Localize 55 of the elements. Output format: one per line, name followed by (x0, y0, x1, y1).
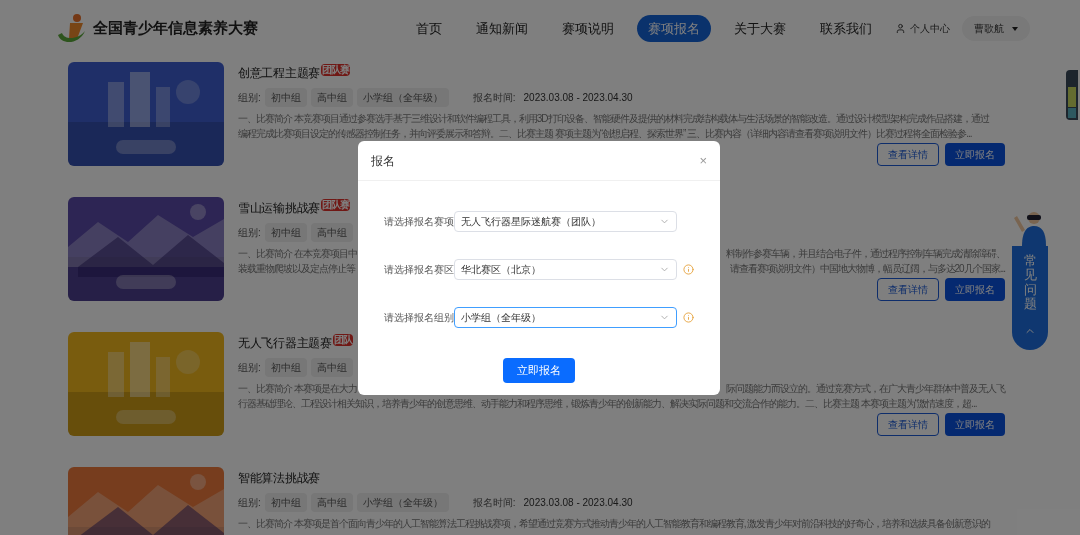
faq-label[interactable]: 常见问题 (1023, 254, 1037, 312)
select-field[interactable]: 小学组（全年级） (454, 307, 677, 328)
side-widget (1066, 70, 1078, 120)
group-tag: 高中组 (310, 493, 353, 512)
warning-icon (683, 312, 694, 323)
date-range: 2023.03.08 - 2023.04.30 (523, 496, 633, 510)
nav-item[interactable]: 联系我们 (809, 14, 883, 43)
date-range: 2023.03.08 - 2023.04.30 (523, 91, 633, 105)
team-badge: 团队赛 (320, 199, 350, 211)
group-label: 组别: (238, 496, 261, 510)
dialog-title: 报名 (371, 152, 395, 170)
team-badge: 团队赛 (320, 64, 350, 76)
nav-item[interactable]: 首页 (405, 14, 453, 43)
group-tag: 初中组 (264, 493, 307, 512)
select-field[interactable]: 无人飞行器星际迷航赛（团队） (454, 211, 677, 232)
user-icon (895, 23, 906, 34)
contest-title: 雪山运输挑战赛 (238, 200, 320, 217)
group-tag: 小学组（全年级） (356, 493, 449, 512)
date-label: 报名时间: (472, 91, 516, 105)
field-label: 请选择报名赛项 (384, 215, 454, 229)
register-button[interactable]: 立即报名 (945, 278, 1005, 301)
details-button[interactable]: 查看详情 (877, 413, 939, 436)
nav-item[interactable]: 赛项说明 (551, 14, 625, 43)
group-tag: 高中组 (310, 358, 353, 377)
contest-title: 创意工程主题赛 (238, 65, 320, 82)
group-tag: 高中组 (310, 88, 353, 107)
submit-button[interactable]: 立即报名 (503, 358, 575, 383)
nav-item[interactable]: 关于大赛 (723, 14, 797, 43)
select-field[interactable]: 华北赛区（北京） (454, 259, 677, 280)
nav-item[interactable]: 赛项报名 (637, 14, 711, 43)
group-tag: 初中组 (264, 88, 307, 107)
date-label: 报名时间: (472, 496, 516, 510)
field-label: 请选择报名赛区 (384, 263, 454, 277)
details-button[interactable]: 查看详情 (877, 278, 939, 301)
warning-icon (683, 264, 694, 275)
contest-title: 智能算法挑战赛 (238, 470, 320, 487)
site-title: 全国青少年信息素养大赛 (93, 18, 258, 39)
group-label: 组别: (238, 91, 261, 105)
nav-item[interactable]: 通知新闻 (465, 14, 539, 43)
group-tag: 初中组 (264, 223, 307, 242)
register-button[interactable]: 立即报名 (945, 413, 1005, 436)
contest-title: 无人飞行器主题赛 (238, 335, 332, 352)
group-label: 组别: (238, 226, 261, 240)
user-center-link[interactable]: 个人中心 (910, 21, 950, 36)
group-tag: 初中组 (264, 358, 307, 377)
group-tag: 小学组（全年级） (356, 88, 449, 107)
register-button[interactable]: 立即报名 (945, 143, 1005, 166)
close-button[interactable]: × (699, 150, 707, 171)
user-menu[interactable]: 曹歌航 (962, 16, 1030, 41)
caret-icon (1012, 26, 1018, 31)
team-badge: 团队 (332, 334, 353, 346)
group-label: 组别: (238, 361, 261, 375)
field-label: 请选择报名组别 (384, 311, 454, 325)
details-button[interactable]: 查看详情 (877, 143, 939, 166)
group-tag: 高中组 (310, 223, 353, 242)
